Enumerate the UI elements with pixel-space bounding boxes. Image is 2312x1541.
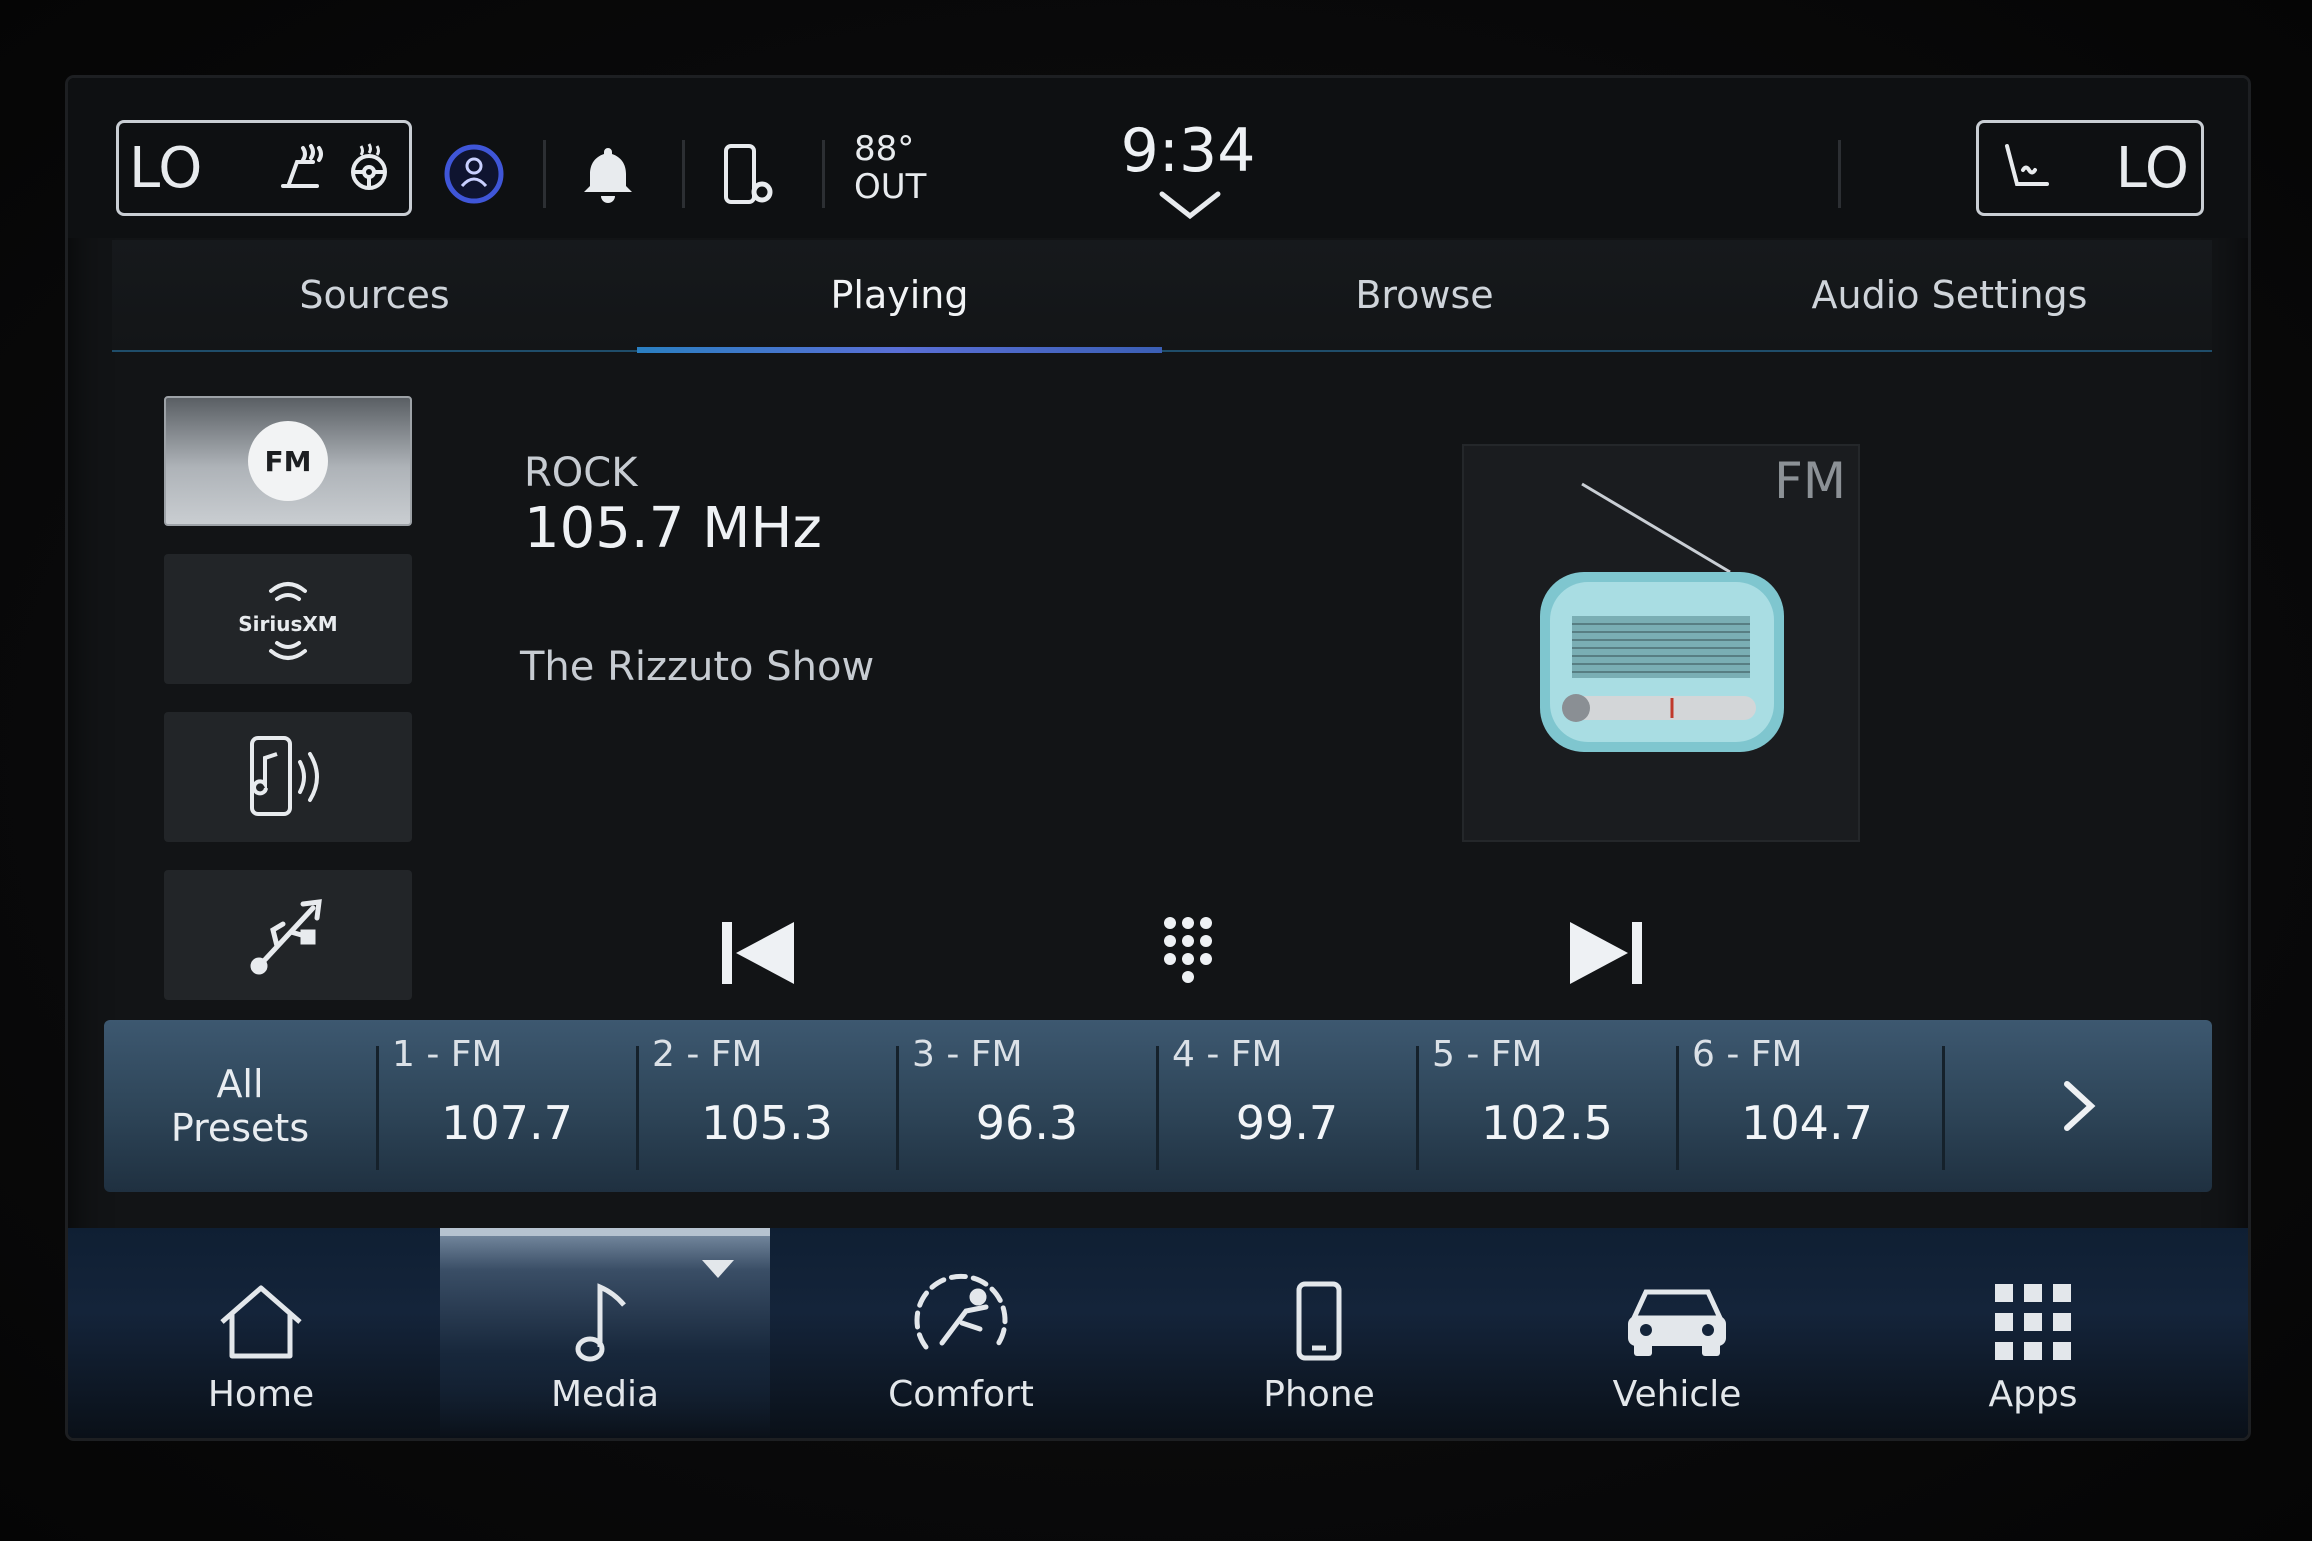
all-presets-label-line1: All bbox=[216, 1062, 264, 1106]
nav-label: Media bbox=[550, 1374, 660, 1415]
nav-comfort[interactable]: Comfort bbox=[796, 1228, 1126, 1438]
phone-icon bbox=[1296, 1281, 1342, 1361]
nav-home[interactable]: Home bbox=[96, 1228, 426, 1438]
driver-temp: LO bbox=[129, 135, 203, 201]
next-track-button[interactable] bbox=[1536, 898, 1676, 1008]
nav-phone[interactable]: Phone bbox=[1154, 1228, 1484, 1438]
passenger-climate-control[interactable]: LO bbox=[1976, 120, 2204, 216]
preset-name: 2 - FM bbox=[652, 1034, 763, 1075]
preset-3-button[interactable]: 3 - FM 96.3 bbox=[898, 1020, 1156, 1192]
preset-name: 5 - FM bbox=[1432, 1034, 1543, 1075]
media-tabs: Sources Playing Browse Audio Settings bbox=[112, 240, 2212, 353]
chevron-down-icon[interactable] bbox=[1158, 190, 1222, 220]
caret-down-icon[interactable] bbox=[700, 1258, 736, 1280]
preset-frequency: 96.3 bbox=[975, 1096, 1079, 1150]
keypad-icon bbox=[1164, 917, 1212, 983]
preset-frequency: 105.3 bbox=[701, 1096, 833, 1150]
radio-icon bbox=[1540, 482, 1784, 752]
apps-grid-icon bbox=[1995, 1284, 2071, 1360]
previous-track-button[interactable] bbox=[688, 898, 828, 1008]
status-divider bbox=[1838, 140, 1841, 208]
preset-frequency: 102.5 bbox=[1481, 1096, 1613, 1150]
home-icon bbox=[220, 1285, 302, 1359]
tab-playing[interactable]: Playing bbox=[637, 240, 1162, 350]
preset-name: 4 - FM bbox=[1172, 1034, 1283, 1075]
preset-divider bbox=[1942, 1046, 1945, 1170]
driver-climate-control[interactable]: LO bbox=[116, 120, 412, 216]
infotainment-screen: LO 88° OUT 9:34 LO Sources Playing Brows… bbox=[68, 78, 2248, 1438]
preset-name: 3 - FM bbox=[912, 1034, 1023, 1075]
nav-label: Phone bbox=[1263, 1374, 1375, 1415]
station-artwork: FM bbox=[1462, 444, 1860, 842]
comfort-seat-icon bbox=[914, 1273, 1008, 1350]
source-usb-button[interactable] bbox=[164, 870, 412, 1000]
program-name: The Rizzuto Show bbox=[520, 644, 875, 690]
station-genre: ROCK bbox=[524, 450, 638, 496]
siriusxm-logo-text: SiriusXM bbox=[238, 612, 337, 636]
preset-frequency: 99.7 bbox=[1235, 1096, 1339, 1150]
phone-settings-icon[interactable] bbox=[716, 142, 780, 210]
preset-4-button[interactable]: 4 - FM 99.7 bbox=[1158, 1020, 1416, 1192]
status-bar: LO 88° OUT 9:34 LO bbox=[68, 78, 2248, 238]
nav-label: Home bbox=[207, 1374, 315, 1415]
fm-icon: FM bbox=[248, 421, 328, 501]
notifications-bell-icon[interactable] bbox=[578, 142, 638, 206]
source-fm-button[interactable]: FM bbox=[164, 396, 412, 526]
nav-apps[interactable]: Apps bbox=[1868, 1228, 2198, 1438]
outside-temp-value: 88° bbox=[854, 129, 915, 169]
preset-2-button[interactable]: 2 - FM 105.3 bbox=[638, 1020, 896, 1192]
all-presets-label-line2: Presets bbox=[170, 1106, 310, 1150]
presets-next-page-button[interactable] bbox=[1946, 1020, 2212, 1192]
outside-temp-label: OUT bbox=[854, 167, 927, 207]
source-siriusxm-button[interactable]: SiriusXM bbox=[164, 554, 412, 684]
preset-1-button[interactable]: 1 - FM 107.7 bbox=[378, 1020, 636, 1192]
all-presets-button[interactable]: All Presets bbox=[104, 1020, 376, 1192]
nav-label: Vehicle bbox=[1612, 1374, 1742, 1415]
preset-frequency: 104.7 bbox=[1741, 1096, 1873, 1150]
heated-steering-wheel-icon[interactable] bbox=[343, 142, 395, 194]
phone-audio-icon bbox=[250, 736, 319, 816]
outside-temperature: 88° OUT bbox=[854, 130, 926, 206]
driver-profile-icon[interactable] bbox=[442, 142, 506, 206]
chevron-right-icon bbox=[2064, 1081, 2096, 1131]
nav-vehicle[interactable]: Vehicle bbox=[1512, 1228, 1842, 1438]
status-divider bbox=[682, 140, 685, 208]
preset-frequency: 107.7 bbox=[441, 1096, 573, 1150]
usb-icon bbox=[250, 899, 322, 975]
preset-name: 6 - FM bbox=[1692, 1034, 1803, 1075]
preset-5-button[interactable]: 5 - FM 102.5 bbox=[1418, 1020, 1676, 1192]
passenger-temp: LO bbox=[2115, 135, 2189, 201]
presets-bar: All Presets 1 - FM 107.7 2 - FM 105.3 3 … bbox=[104, 1020, 2212, 1192]
clock[interactable]: 9:34 bbox=[1088, 116, 1288, 186]
siriusxm-icon: SiriusXM bbox=[238, 582, 338, 660]
bottom-navigation: Home Media Comfort Phone Vehicle Apps bbox=[68, 1228, 2248, 1438]
preset-name: 1 - FM bbox=[392, 1034, 503, 1075]
nav-label: Apps bbox=[1988, 1374, 2078, 1415]
tab-browse[interactable]: Browse bbox=[1162, 240, 1687, 350]
music-note-icon bbox=[575, 1283, 626, 1362]
skip-next-icon bbox=[1570, 922, 1642, 984]
status-divider bbox=[543, 140, 546, 208]
preset-6-button[interactable]: 6 - FM 104.7 bbox=[1678, 1020, 1936, 1192]
heated-seat-icon[interactable] bbox=[1997, 140, 2057, 196]
source-bluetooth-audio-button[interactable] bbox=[164, 712, 412, 842]
nav-media[interactable]: Media bbox=[440, 1228, 770, 1438]
skip-previous-icon bbox=[722, 922, 794, 984]
direct-tune-keypad-button[interactable] bbox=[1118, 898, 1258, 1008]
heated-seat-icon[interactable] bbox=[273, 140, 329, 196]
status-divider bbox=[822, 140, 825, 208]
tab-audio-settings[interactable]: Audio Settings bbox=[1687, 240, 2212, 350]
active-tab-indicator bbox=[637, 347, 1162, 353]
nav-label: Comfort bbox=[888, 1374, 1034, 1415]
car-icon bbox=[1628, 1289, 1726, 1356]
station-frequency: 105.7 MHz bbox=[524, 496, 822, 561]
tab-sources[interactable]: Sources bbox=[112, 240, 637, 350]
